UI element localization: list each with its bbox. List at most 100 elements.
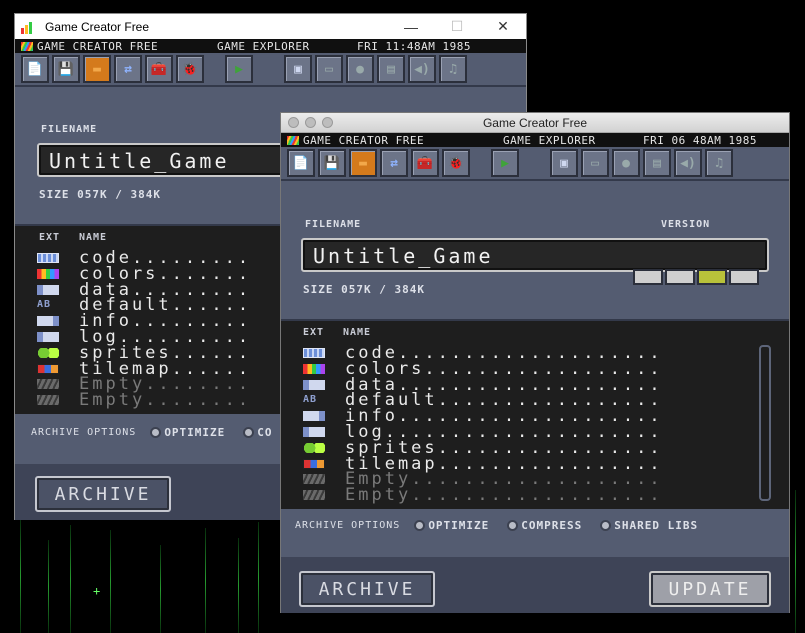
version-brush-icon[interactable] bbox=[729, 269, 759, 285]
archive-options-label: ARCHIVE OPTIONS bbox=[31, 427, 137, 438]
version-minus-icon[interactable] bbox=[633, 269, 663, 285]
radio-dot-icon bbox=[243, 427, 255, 438]
minimize-dot-icon[interactable] bbox=[305, 117, 316, 128]
version-tools-icon[interactable] bbox=[665, 269, 695, 285]
zoom-dot-icon[interactable] bbox=[322, 117, 333, 128]
archive-options: ARCHIVE OPTIONS OPTIMIZE CO bbox=[31, 426, 291, 439]
play-icon[interactable]: ▶ bbox=[225, 55, 253, 83]
archive-button[interactable]: ARCHIVE bbox=[35, 476, 171, 512]
info-ext-icon bbox=[37, 316, 59, 327]
radio-dot-icon bbox=[150, 427, 162, 438]
menubar-clock: FRI 06 48AM 1985 bbox=[643, 133, 757, 147]
toolbox-icon[interactable]: 🧰 bbox=[145, 55, 173, 83]
optimize-radio[interactable]: OPTIMIZE bbox=[414, 519, 489, 532]
new-file-icon[interactable]: 📄 bbox=[287, 149, 315, 177]
version-chart-icon[interactable] bbox=[697, 269, 727, 285]
default-ext-icon: AB bbox=[37, 299, 52, 311]
menubar-explorer[interactable]: GAME EXPLORER bbox=[503, 134, 643, 147]
debug-bug-icon[interactable]: 🐞 bbox=[442, 149, 470, 177]
toolbar: 📄 💾 ▬ ⇄ 🧰 🐞 ▶ ▣ ▭ ● ▤ ◀) ♫ bbox=[15, 53, 526, 87]
apps-icon[interactable]: ▣ bbox=[550, 149, 578, 177]
compress-label: COMPRESS bbox=[521, 519, 583, 532]
optimize-label: OPTIMIZE bbox=[164, 426, 226, 439]
chip-icon[interactable]: ▤ bbox=[377, 55, 405, 83]
tilemap-ext-icon bbox=[37, 363, 59, 374]
game-creator-window-front[interactable]: Game Creator Free GAME CREATOR FREE GAME… bbox=[280, 112, 790, 613]
ext-column-header: EXT bbox=[303, 327, 325, 338]
save-icon[interactable]: 💾 bbox=[318, 149, 346, 177]
window-titlebar[interactable]: Game Creator Free — ☐ ✕ bbox=[15, 14, 526, 39]
empty-ext-icon bbox=[37, 395, 59, 406]
music-icon[interactable]: ♫ bbox=[439, 55, 467, 83]
menubar-app-name[interactable]: GAME CREATOR FREE bbox=[303, 134, 503, 147]
speaker-icon[interactable]: ◀) bbox=[408, 55, 436, 83]
size-readout: SIZE 057K / 384K bbox=[303, 283, 425, 296]
circle-icon[interactable]: ● bbox=[612, 149, 640, 177]
toolbar: 📄 💾 ▬ ⇄ 🧰 🐞 ▶ ▣ ▭ ● ▤ ◀) ♫ bbox=[281, 147, 789, 181]
save-icon[interactable]: 💾 bbox=[52, 55, 80, 83]
log-ext-icon bbox=[303, 427, 325, 437]
log-ext-icon bbox=[37, 332, 59, 342]
close-dot-icon[interactable] bbox=[288, 117, 299, 128]
filename-label: FILENAME bbox=[305, 219, 362, 230]
window-title: Game Creator Free bbox=[45, 19, 150, 34]
data-ext-icon bbox=[37, 284, 59, 295]
filename-label: FILENAME bbox=[41, 124, 98, 135]
shared-libs-radio[interactable]: SHARED LIBS bbox=[600, 519, 698, 532]
rainbow-logo-icon bbox=[287, 135, 299, 145]
minimize-button[interactable]: — bbox=[388, 14, 434, 39]
window-controls bbox=[288, 117, 333, 128]
maximize-button[interactable]: ☐ bbox=[434, 14, 480, 39]
debug-bug-icon[interactable]: 🐞 bbox=[176, 55, 204, 83]
new-file-icon[interactable]: 📄 bbox=[21, 55, 49, 83]
radio-dot-icon bbox=[507, 520, 519, 531]
data-ext-icon bbox=[303, 379, 325, 390]
share-icon[interactable]: ⇄ bbox=[380, 149, 408, 177]
file-name: Empty................... bbox=[345, 485, 663, 506]
optimize-radio[interactable]: OPTIMIZE bbox=[150, 426, 225, 439]
update-button[interactable]: UPDATE bbox=[649, 571, 771, 607]
file-name: Empty........ bbox=[79, 390, 252, 411]
speaker-icon[interactable]: ◀) bbox=[674, 149, 702, 177]
default-ext-icon: AB bbox=[303, 394, 318, 406]
version-label: VERSION bbox=[661, 219, 711, 230]
close-button[interactable]: ✕ bbox=[480, 14, 526, 39]
file-row[interactable]: Empty........ bbox=[37, 390, 252, 411]
filename-field[interactable]: Untitle_Game bbox=[301, 238, 769, 272]
menubar-app-name[interactable]: GAME CREATOR FREE bbox=[37, 40, 217, 53]
folder-icon[interactable]: ▬ bbox=[349, 149, 377, 177]
window-titlebar[interactable]: Game Creator Free bbox=[281, 113, 789, 133]
empty-ext-icon bbox=[37, 379, 59, 390]
name-column-header: NAME bbox=[343, 327, 372, 338]
tilemap-ext-icon bbox=[303, 458, 325, 469]
radio-dot-icon bbox=[600, 520, 612, 531]
app-menubar: GAME CREATOR FREE GAME EXPLORER FRI 06 4… bbox=[281, 133, 789, 147]
file-row[interactable]: Empty................... bbox=[303, 485, 663, 506]
folder-icon[interactable]: ▬ bbox=[83, 55, 111, 83]
music-icon[interactable]: ♫ bbox=[705, 149, 733, 177]
code-ext-icon bbox=[303, 348, 325, 358]
screen-icon[interactable]: ▭ bbox=[315, 55, 343, 83]
screen-icon[interactable]: ▭ bbox=[581, 149, 609, 177]
list-scrollbar[interactable] bbox=[759, 345, 771, 501]
empty-ext-icon bbox=[303, 474, 325, 485]
toolbox-icon[interactable]: 🧰 bbox=[411, 149, 439, 177]
archive-button[interactable]: ARCHIVE bbox=[299, 571, 435, 607]
version-controls bbox=[633, 269, 759, 285]
share-icon[interactable]: ⇄ bbox=[114, 55, 142, 83]
compress-radio[interactable]: CO bbox=[243, 426, 272, 439]
radio-dot-icon bbox=[414, 520, 426, 531]
menubar-explorer[interactable]: GAME EXPLORER bbox=[217, 40, 357, 53]
play-icon[interactable]: ▶ bbox=[491, 149, 519, 177]
app-icon bbox=[21, 20, 37, 34]
ext-column-header: EXT bbox=[39, 232, 61, 243]
filename-field[interactable]: Untitle_Game bbox=[37, 143, 297, 177]
compress-radio[interactable]: COMPRESS bbox=[507, 519, 582, 532]
file-list[interactable]: EXT NAME code.................... colors.… bbox=[281, 319, 789, 509]
apps-icon[interactable]: ▣ bbox=[284, 55, 312, 83]
circle-icon[interactable]: ● bbox=[346, 55, 374, 83]
size-readout: SIZE 057K / 384K bbox=[39, 188, 161, 201]
colors-ext-icon bbox=[303, 363, 325, 374]
name-column-header: NAME bbox=[79, 232, 108, 243]
chip-icon[interactable]: ▤ bbox=[643, 149, 671, 177]
